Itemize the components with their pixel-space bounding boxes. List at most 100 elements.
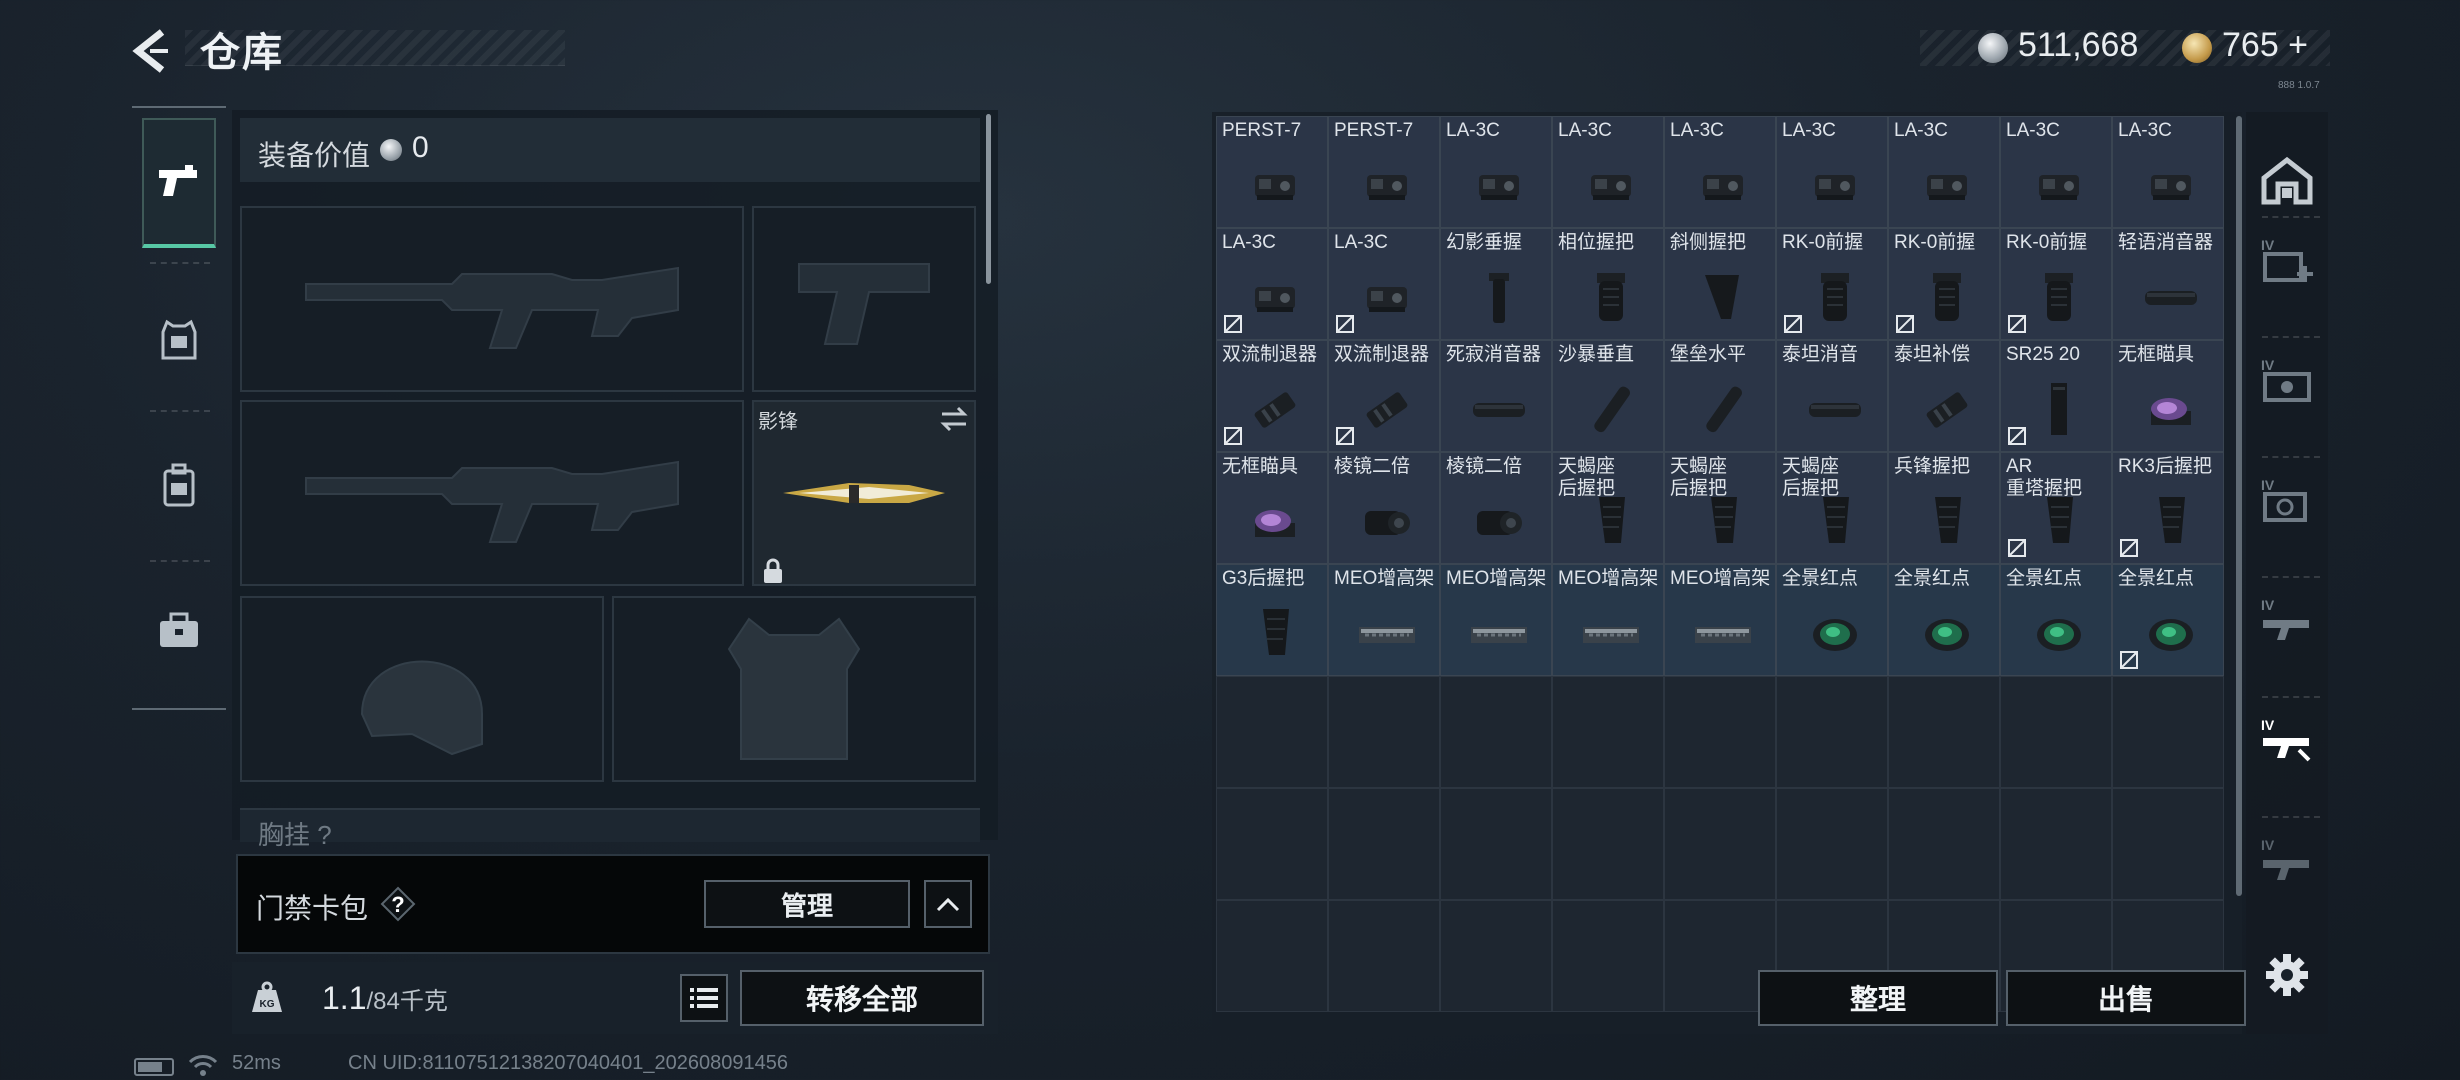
empty-slot[interactable] (1440, 676, 1552, 788)
storage-item[interactable]: 棱镜二倍 (1440, 452, 1552, 564)
storage-item[interactable]: 全景红点 (1888, 564, 2000, 676)
storage-item[interactable]: 棱镜二倍 (1328, 452, 1440, 564)
empty-slot[interactable] (2112, 788, 2224, 900)
storage-item[interactable]: MEO增高架 (1664, 564, 1776, 676)
gold-balance[interactable]: 765 + (2222, 26, 2308, 65)
storage-item[interactable]: MEO增高架 (1440, 564, 1552, 676)
rail-tab-storage-4[interactable]: IV (2252, 586, 2322, 656)
empty-slot[interactable] (1664, 676, 1776, 788)
storage-item[interactable]: 全景红点 (2000, 564, 2112, 676)
empty-slot[interactable] (1552, 900, 1664, 1012)
sidebar-tab-case[interactable] (142, 565, 216, 695)
help-icon[interactable]: ? (380, 886, 416, 922)
storage-scrollbar[interactable] (2236, 116, 2242, 896)
swap-icon[interactable] (938, 405, 970, 433)
back-button[interactable] (128, 26, 178, 76)
empty-slot[interactable] (1328, 900, 1440, 1012)
storage-item[interactable]: 天蝎座 后握把 (1552, 452, 1664, 564)
empty-slot[interactable] (2000, 788, 2112, 900)
storage-item[interactable]: RK3后握把 (2112, 452, 2224, 564)
empty-slot[interactable] (1888, 788, 2000, 900)
empty-slot[interactable] (1216, 788, 1328, 900)
sort-button[interactable]: 整理 (1758, 970, 1998, 1026)
manage-button[interactable]: 管理 (704, 880, 910, 928)
storage-item[interactable]: RK-0前握 (1888, 228, 2000, 340)
list-view-button[interactable] (680, 974, 728, 1022)
storage-item[interactable]: LA-3C (1440, 116, 1552, 228)
storage-item[interactable]: 沙暴垂直 (1552, 340, 1664, 452)
storage-item[interactable]: LA-3C (1888, 116, 2000, 228)
empty-slot[interactable] (2000, 676, 2112, 788)
storage-item[interactable]: 轻语消音器 (2112, 228, 2224, 340)
ping-text: 52ms (232, 1052, 281, 1074)
storage-item[interactable]: 全景红点 (1776, 564, 1888, 676)
storage-item[interactable]: PERST-7 (1216, 116, 1328, 228)
settings-gear-icon[interactable] (2262, 950, 2312, 1000)
storage-item[interactable]: RK-0前握 (1776, 228, 1888, 340)
sidebar-tab-backpack[interactable] (142, 420, 216, 550)
primary-weapon-slot-1[interactable] (240, 206, 744, 392)
rail-tab-storage-1[interactable]: IV (2252, 226, 2322, 296)
chest-rig-row[interactable] (240, 808, 980, 842)
empty-slot[interactable] (1888, 676, 2000, 788)
sidebar-tab-armor[interactable] (142, 275, 216, 405)
empty-slot[interactable] (2112, 676, 2224, 788)
storage-item[interactable]: 天蝎座 后握把 (1664, 452, 1776, 564)
rail-tab-storage-2[interactable]: IV (2252, 346, 2322, 416)
storage-item[interactable]: 斜侧握把 (1664, 228, 1776, 340)
primary-weapon-slot-2[interactable] (240, 400, 744, 586)
collapse-button[interactable] (924, 880, 972, 928)
secondary-weapon-slot[interactable] (752, 206, 976, 392)
storage-item[interactable]: MEO增高架 (1328, 564, 1440, 676)
empty-slot[interactable] (1216, 900, 1328, 1012)
storage-item[interactable]: SR25 20 (2000, 340, 2112, 452)
storage-item[interactable]: 幻影垂握 (1440, 228, 1552, 340)
storage-item[interactable]: G3后握把 (1216, 564, 1328, 676)
empty-slot[interactable] (1328, 788, 1440, 900)
empty-slot[interactable] (1552, 676, 1664, 788)
storage-item[interactable]: LA-3C (1776, 116, 1888, 228)
rail-tab-storage-6[interactable]: IV (2252, 826, 2322, 896)
sell-button[interactable]: 出售 (2006, 970, 2246, 1026)
storage-item[interactable]: 堡垒水平 (1664, 340, 1776, 452)
storage-item[interactable]: 泰坦补偿 (1888, 340, 2000, 452)
storage-item[interactable]: 相位握把 (1552, 228, 1664, 340)
storage-item[interactable]: 双流制退器 (1216, 340, 1328, 452)
storage-item[interactable]: 双流制退器 (1328, 340, 1440, 452)
transfer-all-button[interactable]: 转移全部 (740, 970, 984, 1026)
storage-item[interactable]: AR 重塔握把 (2000, 452, 2112, 564)
storage-item[interactable]: LA-3C (1328, 228, 1440, 340)
storage-item[interactable]: 天蝎座 后握把 (1776, 452, 1888, 564)
storage-item[interactable]: 兵锋握把 (1888, 452, 2000, 564)
storage-item[interactable]: 全景红点 (2112, 564, 2224, 676)
storage-item[interactable]: RK-0前握 (2000, 228, 2112, 340)
storage-item[interactable]: LA-3C (1216, 228, 1328, 340)
storage-item[interactable]: LA-3C (2000, 116, 2112, 228)
sidebar-tab-weapons[interactable] (142, 118, 216, 248)
rail-tab-storage-3[interactable]: IV (2252, 466, 2322, 536)
storage-item[interactable]: LA-3C (2112, 116, 2224, 228)
uid-text: CN UID:81107512138207040401_202608091456 (348, 1052, 789, 1074)
storage-item[interactable]: 泰坦消音 (1776, 340, 1888, 452)
storage-item[interactable]: 无框瞄具 (2112, 340, 2224, 452)
empty-slot[interactable] (1776, 788, 1888, 900)
rail-tab-safehouse[interactable] (2252, 146, 2322, 216)
storage-item[interactable]: LA-3C (1552, 116, 1664, 228)
empty-slot[interactable] (1440, 900, 1552, 1012)
storage-item[interactable]: PERST-7 (1328, 116, 1440, 228)
empty-slot[interactable] (1440, 788, 1552, 900)
empty-slot[interactable] (1664, 788, 1776, 900)
item-name: 全景红点 (1782, 568, 1859, 589)
storage-item[interactable]: 死寂消音器 (1440, 340, 1552, 452)
storage-item[interactable]: 无框瞄具 (1216, 452, 1328, 564)
body-armor-slot[interactable] (612, 596, 976, 782)
helmet-slot[interactable] (240, 596, 604, 782)
empty-slot[interactable] (1552, 788, 1664, 900)
empty-slot[interactable] (1776, 676, 1888, 788)
equipment-scrollbar[interactable] (986, 114, 991, 284)
storage-item[interactable]: MEO增高架 (1552, 564, 1664, 676)
storage-item[interactable]: LA-3C (1664, 116, 1776, 228)
empty-slot[interactable] (1216, 676, 1328, 788)
empty-slot[interactable] (1328, 676, 1440, 788)
rail-tab-storage-5-active[interactable]: IV (2252, 706, 2322, 776)
